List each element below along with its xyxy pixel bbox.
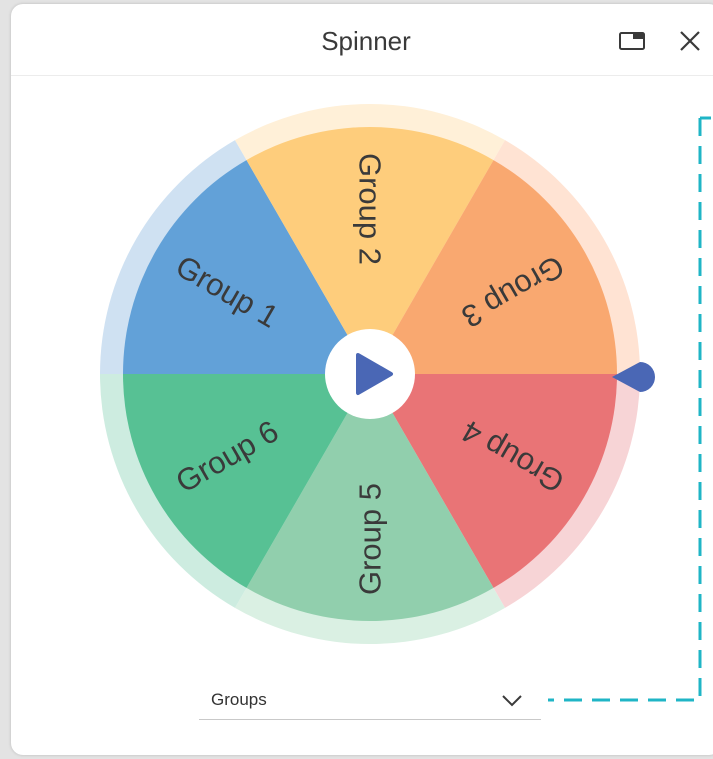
dropdown-selected-value: Groups (211, 690, 267, 709)
spin-play-button[interactable] (325, 329, 415, 419)
chevron-down-icon (502, 695, 522, 707)
wheel-segment-label: Group 2 (353, 153, 388, 265)
spinner-wheel[interactable]: Group 1Group 2Group 3Group 4Group 5Group… (0, 0, 713, 759)
wheel-segment-label: Group 5 (353, 483, 388, 595)
mode-dropdown[interactable]: Groups (199, 684, 541, 720)
